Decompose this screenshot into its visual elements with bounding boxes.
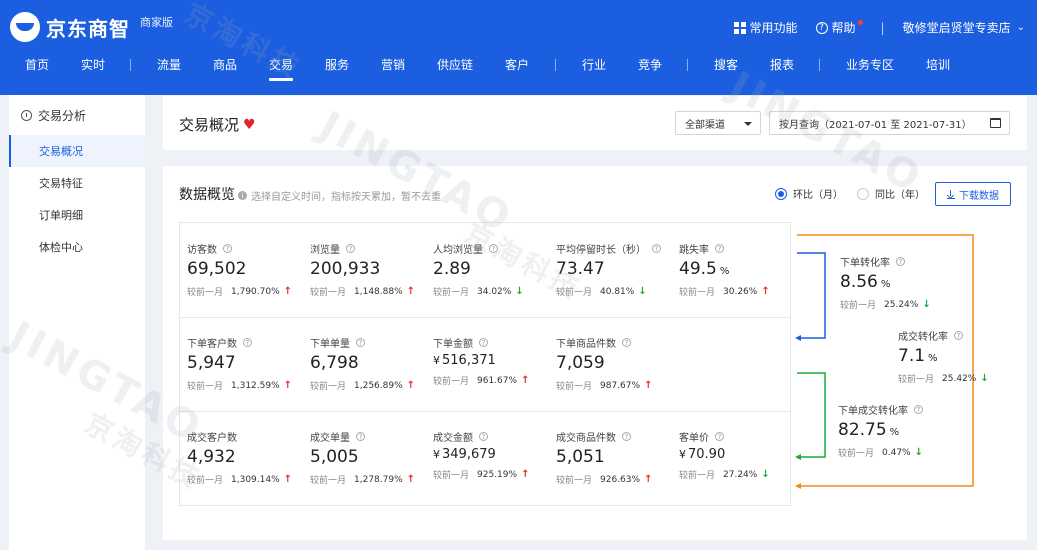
grid-icon bbox=[733, 21, 746, 34]
brand-name: 京东商智 bbox=[46, 16, 130, 41]
question-icon[interactable]: ? bbox=[914, 405, 923, 414]
metric-label: 下单转化率 bbox=[840, 258, 890, 269]
page-title: 交易概况 ♥ bbox=[179, 114, 256, 135]
sidebar: 交易分析 交易概况 交易特征 订单明细 体检中心 bbox=[9, 95, 145, 550]
question-icon[interactable]: ? bbox=[954, 331, 963, 340]
notification-dot bbox=[857, 20, 863, 25]
conversion-order-to-deal-rate: 下单成交转化率? 82.75% 较前一月 0.47% ↓ bbox=[838, 402, 956, 459]
arrow-down-icon: ↓ bbox=[980, 373, 989, 384]
help-button[interactable]: ? 帮助 bbox=[815, 19, 863, 36]
nav-item-realtime[interactable]: 实时 bbox=[81, 56, 105, 73]
shop-name: 敬修堂启贤堂专卖店 bbox=[902, 21, 1011, 35]
nav-item-product[interactable]: 商品 bbox=[213, 56, 237, 73]
channel-select-value: 全部渠道 bbox=[685, 119, 725, 131]
nav-item-business-zone[interactable]: 业务专区 bbox=[846, 56, 894, 73]
nav-divider bbox=[819, 59, 820, 71]
nav-item-traffic[interactable]: 流量 bbox=[157, 56, 181, 73]
jd-logo-icon bbox=[10, 12, 40, 42]
brand-edition: 商家版 bbox=[140, 16, 173, 29]
shop-switcher[interactable]: 敬修堂启贤堂专卖店 ⌄ bbox=[903, 19, 1025, 36]
nav-item-supply-chain[interactable]: 供应链 bbox=[437, 56, 473, 73]
page-title-text: 交易概况 bbox=[179, 116, 240, 134]
flow-arrow-blue bbox=[795, 335, 801, 341]
clock-icon bbox=[21, 109, 32, 121]
nav-item-reports[interactable]: 报表 bbox=[770, 56, 794, 73]
metric-label: 成交转化率 bbox=[898, 332, 948, 343]
nav-divider bbox=[687, 59, 688, 71]
caret-down-icon bbox=[744, 122, 752, 126]
compare-label: 较前一月 bbox=[840, 301, 877, 311]
metric-unit: % bbox=[880, 279, 891, 290]
header-divider: | bbox=[880, 20, 885, 35]
sidebar-title: 交易分析 bbox=[38, 108, 87, 123]
nav-item-industry[interactable]: 行业 bbox=[582, 56, 606, 73]
question-icon[interactable]: ? bbox=[896, 257, 905, 266]
compare-label: 较前一月 bbox=[838, 449, 875, 459]
metric-unit: % bbox=[928, 353, 938, 364]
top-header: 京东商智 商家版 常用功能 ? 帮助 | 敬修堂启贤堂专卖店 ⌄ 首页 实时 流… bbox=[0, 0, 1037, 95]
heart-icon[interactable]: ♥ bbox=[243, 117, 256, 133]
metric-value: 7.1 bbox=[898, 346, 926, 366]
metric-unit: % bbox=[889, 427, 900, 438]
metric-change: 0.47% bbox=[882, 447, 911, 458]
help-label: 帮助 bbox=[831, 21, 856, 35]
flow-line-green bbox=[797, 372, 826, 458]
calendar-icon bbox=[990, 118, 1001, 128]
sidebar-section-trade-analysis[interactable]: 交易分析 bbox=[9, 95, 145, 135]
nav-item-customer[interactable]: 客户 bbox=[505, 56, 529, 73]
page-header-card: 交易概况 ♥ 全部渠道 按月查询（2021-07-01 至 2021-07-31… bbox=[163, 96, 1027, 150]
flow-arrow-orange bbox=[795, 483, 801, 489]
date-range-value: 按月查询（2021-07-01 至 2021-07-31） bbox=[779, 119, 972, 131]
compare-label: 较前一月 bbox=[898, 375, 935, 385]
header-actions: 常用功能 ? 帮助 | 敬修堂启贤堂专卖店 ⌄ bbox=[716, 19, 1025, 36]
flow-line-blue bbox=[797, 252, 826, 339]
metric-label: 下单成交转化率 bbox=[838, 406, 908, 417]
metric-change: 25.24% bbox=[884, 299, 919, 310]
metric-value: 82.75 bbox=[838, 420, 887, 440]
common-functions-label: 常用功能 bbox=[749, 21, 798, 35]
arrow-down-icon: ↓ bbox=[922, 299, 931, 310]
metric-change: 25.42% bbox=[942, 373, 977, 384]
question-icon: ? bbox=[815, 21, 828, 34]
sidebar-item-order-details[interactable]: 订单明细 bbox=[9, 199, 145, 231]
brand-logo[interactable]: 京东商智 商家版 bbox=[10, 12, 173, 42]
arrow-down-icon: ↓ bbox=[914, 447, 923, 458]
date-range-picker[interactable]: 按月查询（2021-07-01 至 2021-07-31） bbox=[769, 111, 1010, 135]
nav-item-competition[interactable]: 竞争 bbox=[638, 56, 662, 73]
sidebar-item-health-check[interactable]: 体检中心 bbox=[9, 231, 145, 263]
nav-item-home[interactable]: 首页 bbox=[25, 56, 49, 73]
nav-divider bbox=[555, 59, 556, 71]
flow-arrow-green bbox=[795, 454, 801, 460]
common-functions-button[interactable]: 常用功能 bbox=[733, 19, 798, 36]
nav-item-trade[interactable]: 交易 bbox=[269, 56, 294, 81]
conversion-deal-rate: 成交转化率? 7.1% 较前一月 25.42% ↓ bbox=[898, 328, 1016, 385]
channel-select[interactable]: 全部渠道 bbox=[675, 111, 761, 135]
nav-item-service[interactable]: 服务 bbox=[325, 56, 349, 73]
nav-divider bbox=[130, 59, 131, 71]
nav-item-marketing[interactable]: 营销 bbox=[381, 56, 405, 73]
sidebar-item-trade-features[interactable]: 交易特征 bbox=[9, 167, 145, 199]
nav-item-training[interactable]: 培训 bbox=[926, 56, 950, 73]
metric-value: 8.56 bbox=[840, 272, 878, 292]
chevron-down-icon: ⌄ bbox=[1016, 22, 1025, 33]
nav-item-soke[interactable]: 搜客 bbox=[714, 56, 738, 73]
sidebar-item-trade-overview[interactable]: 交易概况 bbox=[9, 135, 145, 167]
data-overview-card: 数据概览 i 选择自定义时间，指标按天累加，暂不去重 环比（月） 同比（年） 下… bbox=[163, 166, 1027, 540]
conversion-order-rate: 下单转化率? 8.56% 较前一月 25.24% ↓ bbox=[840, 254, 958, 311]
